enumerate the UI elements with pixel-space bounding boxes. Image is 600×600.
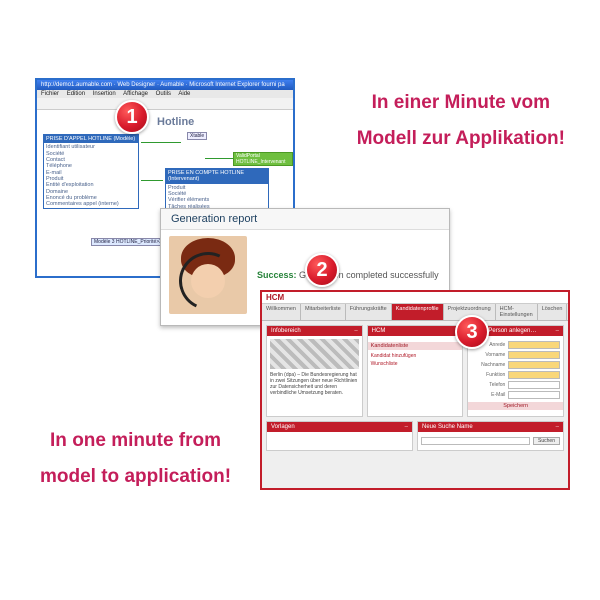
menu-bar[interactable]: Fichier Edition Insertion Affichage Outi…: [37, 90, 293, 98]
tab-strip: Willkommen Mitarbeiterliste Führungskräf…: [262, 304, 568, 321]
news-text: Berlin (dpa) – Die Bundesregierung hat i…: [270, 372, 359, 396]
tab-managers[interactable]: Führungskräfte: [346, 304, 392, 320]
headline-english-line2: model to application!: [40, 459, 231, 495]
tab-welcome[interactable]: Willkommen: [262, 304, 301, 320]
widget-search: Neue Suche Name – Suchen: [417, 421, 564, 451]
widget-title: HCM: [372, 328, 386, 334]
app-logo: HCM: [262, 292, 568, 304]
menu-edit[interactable]: Edition: [67, 91, 85, 97]
menu-file[interactable]: Fichier: [41, 91, 59, 97]
collapse-icon[interactable]: –: [556, 328, 559, 334]
widget-hcm: HCM– Kandidatenliste Kandidat hinzufügen…: [367, 325, 464, 417]
tab-candidates[interactable]: Kandidatenprofile: [392, 304, 444, 320]
headline-german-line2: Modell zur Applikation!: [357, 121, 565, 157]
widget-templates: Vorlagen –: [266, 421, 413, 451]
hcm-application-window: HCM Willkommen Mitarbeiterliste Führungs…: [260, 290, 570, 490]
toolbar[interactable]: [37, 98, 293, 110]
widget-info: Infobereich – Berlin (dpa) – Die Bundesre…: [266, 325, 363, 417]
search-input[interactable]: [421, 437, 530, 445]
model-box-header: PRISE EN COMPTE HOTLINE (Intervenant): [166, 169, 268, 184]
report-message: Success: Generation completed successful…: [247, 270, 441, 280]
save-button[interactable]: Speichern: [468, 402, 563, 410]
input-salutation[interactable]: [508, 341, 560, 349]
tab-employees[interactable]: Mitarbeiterliste: [301, 304, 346, 320]
tab-help[interactable]: Hilfe: [567, 304, 570, 320]
report-title: Generation report: [161, 209, 449, 230]
input-email[interactable]: [508, 391, 560, 399]
model-box-body: Identifiant utilisateur Société Contact …: [44, 143, 138, 208]
connector: [141, 180, 163, 181]
menu-tools[interactable]: Outils: [156, 91, 171, 97]
model-box-header: PRISE D'APPEL HOTLINE (Modèle): [44, 135, 138, 143]
step-badge-2: 2: [305, 253, 339, 287]
menu-view[interactable]: Affichage: [123, 91, 148, 97]
news-thumbnail: [270, 339, 359, 369]
section-candidate-list[interactable]: Kandidatenliste: [368, 342, 463, 350]
input-role[interactable]: [508, 371, 560, 379]
node-model3[interactable]: Modèle 3 HOTLINE_Priorité>3: [91, 238, 165, 246]
connector: [141, 142, 181, 143]
input-firstname[interactable]: [508, 351, 560, 359]
step-badge-1: 1: [115, 100, 149, 134]
window-titlebar: http://demo1.aumable.com · Web Designer …: [37, 80, 293, 90]
menu-help[interactable]: Aide: [178, 91, 190, 97]
input-lastname[interactable]: [508, 361, 560, 369]
headline-english: In one minute from model to application!: [40, 423, 231, 495]
link-wishlist[interactable]: Wunschliste: [371, 361, 460, 367]
model-box-call-intake[interactable]: PRISE D'APPEL HOTLINE (Modèle) Identifia…: [43, 134, 139, 209]
headline-german-line1: In einer Minute vom: [357, 85, 565, 121]
collapse-icon[interactable]: –: [354, 328, 357, 334]
input-phone[interactable]: [508, 381, 560, 389]
operator-photo: [169, 236, 247, 314]
widget-title: Neue Suche Name: [422, 424, 473, 430]
node-validportal[interactable]: ValidPortal HOTLINE_Intervenant: [233, 152, 293, 166]
tab-settings[interactable]: HCM-Einstellungen: [496, 304, 538, 320]
connector: [205, 158, 233, 159]
collapse-icon[interactable]: –: [405, 424, 408, 430]
canvas-title: Hotline: [157, 116, 194, 128]
widget-title: Vorlagen: [271, 424, 295, 430]
status-success-label: Success:: [257, 270, 297, 280]
link-add-candidate[interactable]: Kandidat hinzufügen: [371, 353, 460, 359]
menu-insert[interactable]: Insertion: [93, 91, 116, 97]
headline-german: In einer Minute vom Modell zur Applikati…: [357, 85, 565, 157]
node-xtable[interactable]: Xtable: [187, 132, 207, 140]
widget-title: Infobereich: [271, 328, 301, 334]
headline-english-line1: In one minute from: [40, 423, 231, 459]
headset-icon: [171, 244, 245, 314]
collapse-icon[interactable]: –: [556, 424, 559, 430]
step-badge-3: 3: [455, 315, 489, 349]
search-button[interactable]: Suchen: [533, 437, 560, 445]
tab-delete[interactable]: Löschen: [538, 304, 568, 320]
